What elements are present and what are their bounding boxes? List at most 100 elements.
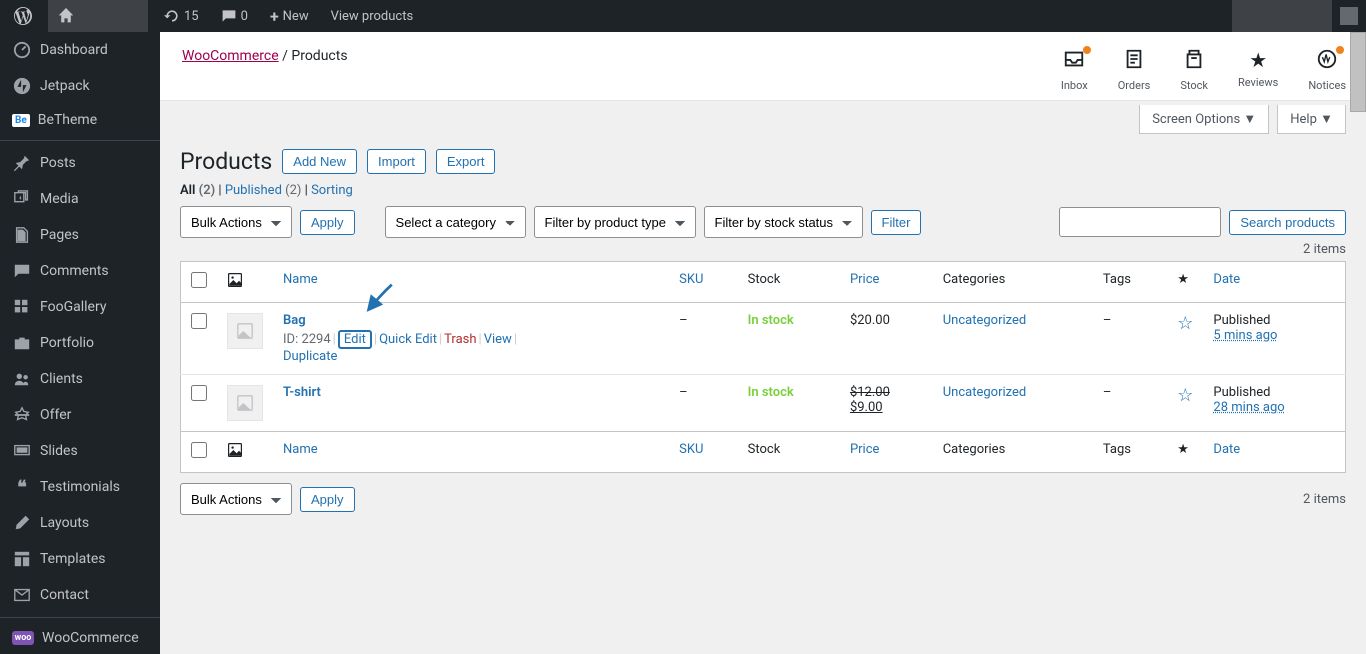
- wp-logo[interactable]: [8, 0, 38, 32]
- sidebar-item-media[interactable]: Media: [0, 181, 160, 217]
- col-date-foot[interactable]: Date: [1213, 442, 1240, 457]
- new-label: New: [283, 9, 309, 24]
- comments-link[interactable]: 0: [215, 0, 254, 32]
- updates-link[interactable]: 15: [158, 0, 205, 32]
- col-tags: Tags: [1093, 262, 1167, 303]
- import-button[interactable]: Import: [367, 149, 426, 174]
- reviews-icon-link[interactable]: ★Reviews: [1238, 48, 1278, 92]
- help-tab[interactable]: Help ▼: [1277, 105, 1346, 134]
- category-select[interactable]: Select a category: [385, 206, 526, 238]
- sidebar-item-comments[interactable]: Comments: [0, 253, 160, 289]
- select-all-bottom[interactable]: [191, 442, 207, 458]
- inbox-icon-link[interactable]: Inbox: [1061, 48, 1088, 92]
- sidebar-item-posts[interactable]: Posts: [0, 145, 160, 181]
- sidebar-label: WooCommerce: [42, 630, 139, 646]
- product-thumb[interactable]: [227, 313, 263, 349]
- apply-button-bottom[interactable]: Apply: [300, 487, 355, 512]
- select-all-top[interactable]: [191, 272, 207, 288]
- clients-icon: [12, 369, 32, 389]
- duplicate-link[interactable]: Duplicate: [283, 349, 337, 364]
- row-checkbox[interactable]: [191, 313, 207, 329]
- sidebar-item-betheme[interactable]: BeBeTheme: [0, 104, 160, 136]
- category-link[interactable]: Uncategorized: [943, 385, 1026, 400]
- sidebar-item-slides[interactable]: Slides: [0, 433, 160, 469]
- export-button[interactable]: Export: [436, 149, 496, 174]
- featured-toggle[interactable]: ☆: [1177, 385, 1193, 406]
- col-name-foot[interactable]: Name: [283, 442, 318, 457]
- tags-cell: –: [1093, 375, 1167, 432]
- breadcrumb: WooCommerce / Products: [182, 48, 348, 64]
- category-link[interactable]: Uncategorized: [943, 313, 1026, 328]
- search-input[interactable]: [1059, 207, 1221, 237]
- quick-edit-link[interactable]: Quick Edit: [379, 332, 437, 347]
- featured-toggle[interactable]: ☆: [1177, 313, 1193, 334]
- filter-sorting[interactable]: Sorting: [311, 183, 353, 198]
- bulk-actions-select-bottom[interactable]: Bulk Actions: [180, 483, 292, 515]
- product-name-link[interactable]: T-shirt: [283, 385, 321, 400]
- apply-button-top[interactable]: Apply: [300, 210, 355, 235]
- table-row: T-shirt – In stock $12.00$9.00 Uncategor…: [181, 375, 1346, 432]
- trash-link[interactable]: Trash: [444, 332, 476, 347]
- new-link[interactable]: + New: [264, 0, 315, 32]
- sidebar-item-dashboard[interactable]: Dashboard: [0, 32, 160, 68]
- sidebar-label: Media: [40, 191, 79, 207]
- stock-icon: [1183, 48, 1205, 75]
- view-link[interactable]: View: [484, 332, 512, 347]
- notices-icon-link[interactable]: Notices: [1308, 48, 1346, 92]
- filter-button[interactable]: Filter: [871, 210, 922, 235]
- row-actions: ID: 2294|Edit|Quick Edit|Trash|View|Dupl…: [283, 330, 659, 364]
- pencil-icon: [12, 513, 32, 533]
- product-name-link[interactable]: Bag: [283, 313, 306, 328]
- site-home[interactable]: [48, 0, 148, 32]
- home-icon: [58, 8, 74, 24]
- gallery-icon: [12, 297, 32, 317]
- sidebar-item-templates[interactable]: Templates: [0, 541, 160, 577]
- sidebar-item-contact[interactable]: Contact: [0, 577, 160, 613]
- date-value: 5 mins ago: [1213, 328, 1277, 343]
- sidebar-item-foogallery[interactable]: FooGallery: [0, 289, 160, 325]
- sidebar-item-jetpack[interactable]: Jetpack: [0, 68, 160, 104]
- filter-all[interactable]: All (2): [180, 183, 215, 198]
- page-heading: Products Add New Import Export: [180, 148, 1346, 175]
- row-checkbox[interactable]: [191, 385, 207, 401]
- woo-icon: woo: [12, 631, 34, 645]
- screen-options-tab[interactable]: Screen Options ▼: [1139, 105, 1269, 134]
- price-cell: $12.00$9.00: [840, 375, 933, 432]
- offer-icon: [12, 405, 32, 425]
- scrollbar[interactable]: [1350, 32, 1366, 112]
- search-products-button[interactable]: Search products: [1229, 210, 1346, 235]
- pin-icon: [12, 153, 32, 173]
- bulk-actions-select-top[interactable]: Bulk Actions: [180, 206, 292, 238]
- pages-icon: [12, 225, 32, 245]
- stock-status-select[interactable]: Filter by stock status: [704, 206, 863, 238]
- add-new-button[interactable]: Add New: [282, 149, 357, 174]
- col-date[interactable]: Date: [1213, 272, 1240, 287]
- sidebar-item-woocommerce[interactable]: woo WooCommerce: [0, 622, 160, 654]
- col-sku[interactable]: SKU: [679, 272, 703, 287]
- product-type-select[interactable]: Filter by product type: [534, 206, 696, 238]
- user-avatar[interactable]: [1340, 7, 1358, 25]
- betheme-icon: Be: [12, 114, 30, 127]
- view-products-link[interactable]: View products: [325, 0, 420, 32]
- col-name[interactable]: Name: [283, 272, 318, 287]
- edit-link[interactable]: Edit: [344, 332, 366, 347]
- orders-icon-link[interactable]: Orders: [1118, 48, 1151, 92]
- sidebar-item-offer[interactable]: Offer: [0, 397, 160, 433]
- user-greeting[interactable]: [1232, 0, 1332, 32]
- col-price[interactable]: Price: [850, 272, 879, 287]
- sidebar-item-layouts[interactable]: Layouts: [0, 505, 160, 541]
- product-thumb[interactable]: [227, 385, 263, 421]
- sku-cell: –: [669, 375, 738, 432]
- col-sku-foot[interactable]: SKU: [679, 442, 703, 457]
- filter-published[interactable]: Published (2): [225, 183, 302, 198]
- breadcrumb-woocommerce[interactable]: WooCommerce: [182, 48, 279, 64]
- stock-icon-link[interactable]: Stock: [1180, 48, 1208, 92]
- sidebar-item-clients[interactable]: Clients: [0, 361, 160, 397]
- sidebar-item-testimonials[interactable]: ❝Testimonials: [0, 469, 160, 505]
- portfolio-icon: [12, 333, 32, 353]
- sidebar-label: Slides: [40, 443, 78, 459]
- col-price-foot[interactable]: Price: [850, 442, 879, 457]
- sidebar-item-pages[interactable]: Pages: [0, 217, 160, 253]
- topicon-label: Reviews: [1238, 76, 1278, 89]
- sidebar-item-portfolio[interactable]: Portfolio: [0, 325, 160, 361]
